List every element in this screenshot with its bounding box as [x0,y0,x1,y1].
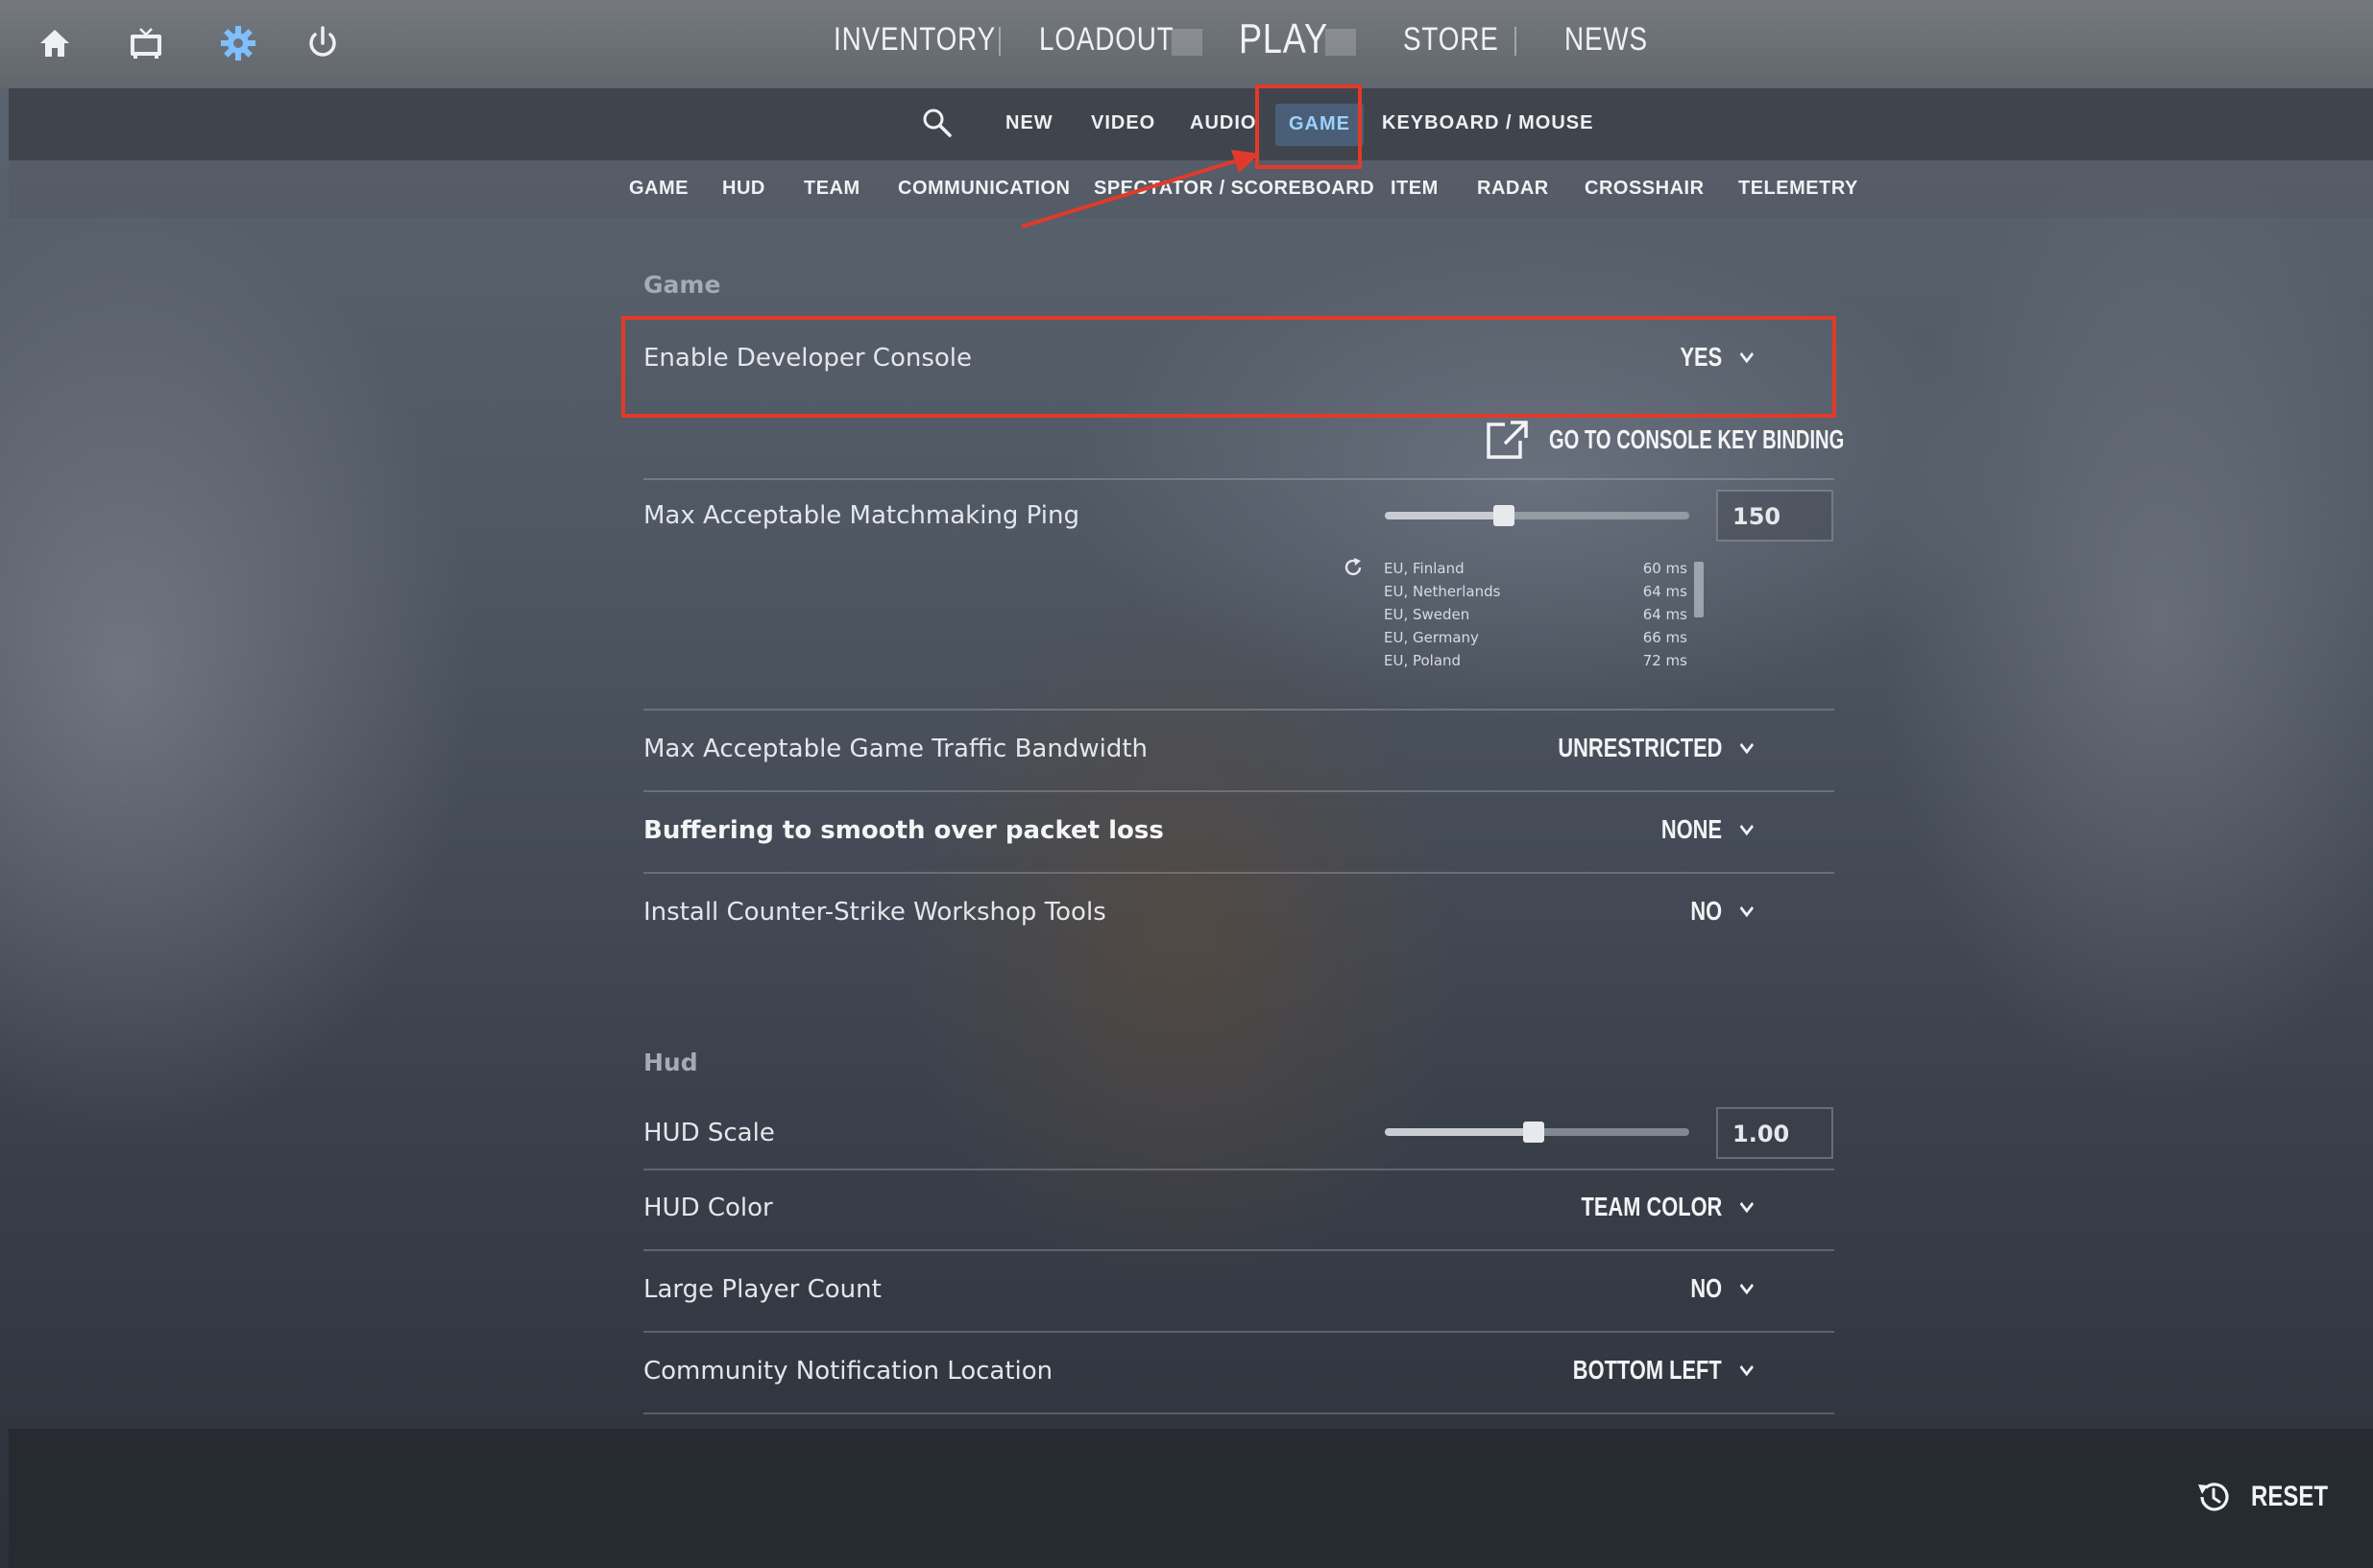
buffering-value: NONE [1661,814,1723,844]
notification-location-value: BOTTOM LEFT [1573,1355,1723,1385]
nav-loadout[interactable]: LOADOUT [1039,21,1174,65]
large-player-count-dropdown[interactable]: NO [1690,1273,1756,1304]
workshop-tools-value: NO [1690,896,1723,926]
hud-scale-slider-thumb[interactable] [1523,1122,1544,1143]
play-decoration [1172,29,1202,56]
divider [643,1249,1834,1251]
bandwidth-dropdown[interactable]: UNRESTRICTED [1558,733,1756,763]
server-ping: 72 ms [1642,652,1687,669]
tab-audio[interactable]: AUDIO [1190,112,1256,141]
tab-video[interactable]: VIDEO [1091,112,1155,141]
category-telemetry[interactable]: TELEMETRY [1738,178,1858,203]
external-link-icon [1487,421,1528,459]
server-ping: 66 ms [1642,629,1687,646]
tab-new[interactable]: NEW [1005,112,1053,141]
chevron-down-icon [1739,1283,1754,1295]
bandwidth-value: UNRESTRICTED [1558,733,1723,762]
console-key-binding-link[interactable]: GO TO CONSOLE KEY BINDING [1484,419,1959,461]
chevron-down-icon [1739,351,1754,364]
large-player-count-value: NO [1690,1273,1723,1303]
chevron-down-icon [1739,1201,1754,1214]
console-key-binding-label: GO TO CONSOLE KEY BINDING [1549,424,1845,454]
chevron-down-icon [1739,742,1754,755]
tab-game[interactable]: GAME [1275,104,1364,146]
hud-color-dropdown[interactable]: TEAM COLOR [1581,1192,1756,1222]
nav-news[interactable]: NEWS [1564,21,1648,65]
divider [643,1331,1834,1333]
divider [643,478,1834,480]
hud-color-value: TEAM COLOR [1581,1192,1723,1221]
developer-console-value: YES [1680,342,1723,372]
workshop-tools-label: Install Counter-Strike Workshop Tools [643,898,1106,927]
divider [643,790,1834,792]
workshop-tools-dropdown[interactable]: NO [1690,896,1756,927]
nav-inventory[interactable]: INVENTORY [834,21,996,65]
play-decoration [1325,29,1356,56]
notification-location-dropdown[interactable]: BOTTOM LEFT [1573,1355,1756,1386]
server-name: EU, Finland [1384,560,1465,577]
search-icon[interactable] [920,106,955,140]
server-name: EU, Germany [1384,629,1479,646]
developer-console-dropdown[interactable]: YES [1680,342,1756,373]
server-name: EU, Netherlands [1384,583,1501,600]
divider [643,1169,1834,1170]
nav-play[interactable]: PLAY [1239,15,1328,62]
hud-scale-label: HUD Scale [643,1119,775,1147]
refresh-icon[interactable] [1343,557,1364,578]
category-crosshair[interactable]: CROSSHAIR [1585,178,1705,203]
chevron-down-icon [1739,905,1754,918]
divider [643,1412,1834,1414]
category-game[interactable]: GAME [629,178,689,203]
bandwidth-label: Max Acceptable Game Traffic Bandwidth [643,735,1149,763]
buffering-label: Buffering to smooth over packet loss [643,816,1164,845]
nav-separator [1514,27,1516,56]
category-team[interactable]: TEAM [804,178,860,203]
main-navigation: INVENTORY LOADOUT PLAY STORE NEWS [0,0,2373,88]
server-ping: 60 ms [1642,560,1687,577]
server-name: EU, Poland [1384,652,1462,669]
buffering-dropdown[interactable]: NONE [1661,814,1756,845]
history-icon [2197,1483,2229,1511]
divider [643,709,1834,711]
chevron-down-icon [1739,824,1754,836]
annotation-arrow [1021,150,1260,229]
divider [643,872,1834,874]
server-list-scrollbar[interactable] [1694,562,1704,617]
max-ping-slider-fill [1385,512,1504,519]
reset-button[interactable]: RESET [2193,1477,2347,1517]
max-ping-slider-thumb[interactable] [1493,505,1514,526]
server-ping: 64 ms [1642,583,1687,600]
footer-bar [9,1429,2373,1568]
nav-separator [999,27,1001,56]
hud-color-label: HUD Color [643,1194,773,1222]
category-hud[interactable]: HUD [722,178,765,203]
notification-location-label: Community Notification Location [643,1357,1053,1386]
section-title-hud: Hud [643,1049,698,1076]
hud-scale-slider-fill [1385,1128,1534,1136]
reset-label: RESET [2250,1481,2328,1512]
server-name: EU, Sweden [1384,606,1470,623]
developer-console-label: Enable Developer Console [643,344,973,373]
tab-keyboard-mouse[interactable]: KEYBOARD / MOUSE [1382,112,1593,141]
chevron-down-icon [1739,1364,1754,1377]
server-ping: 64 ms [1642,606,1687,623]
hud-scale-input[interactable]: 1.00 [1716,1107,1833,1159]
max-ping-input[interactable]: 150 [1716,490,1833,542]
category-item[interactable]: ITEM [1391,178,1439,203]
nav-store[interactable]: STORE [1403,21,1499,65]
category-radar[interactable]: RADAR [1477,178,1549,203]
max-ping-label: Max Acceptable Matchmaking Ping [643,501,1079,530]
large-player-count-label: Large Player Count [643,1275,882,1304]
section-title-game: Game [643,271,721,299]
